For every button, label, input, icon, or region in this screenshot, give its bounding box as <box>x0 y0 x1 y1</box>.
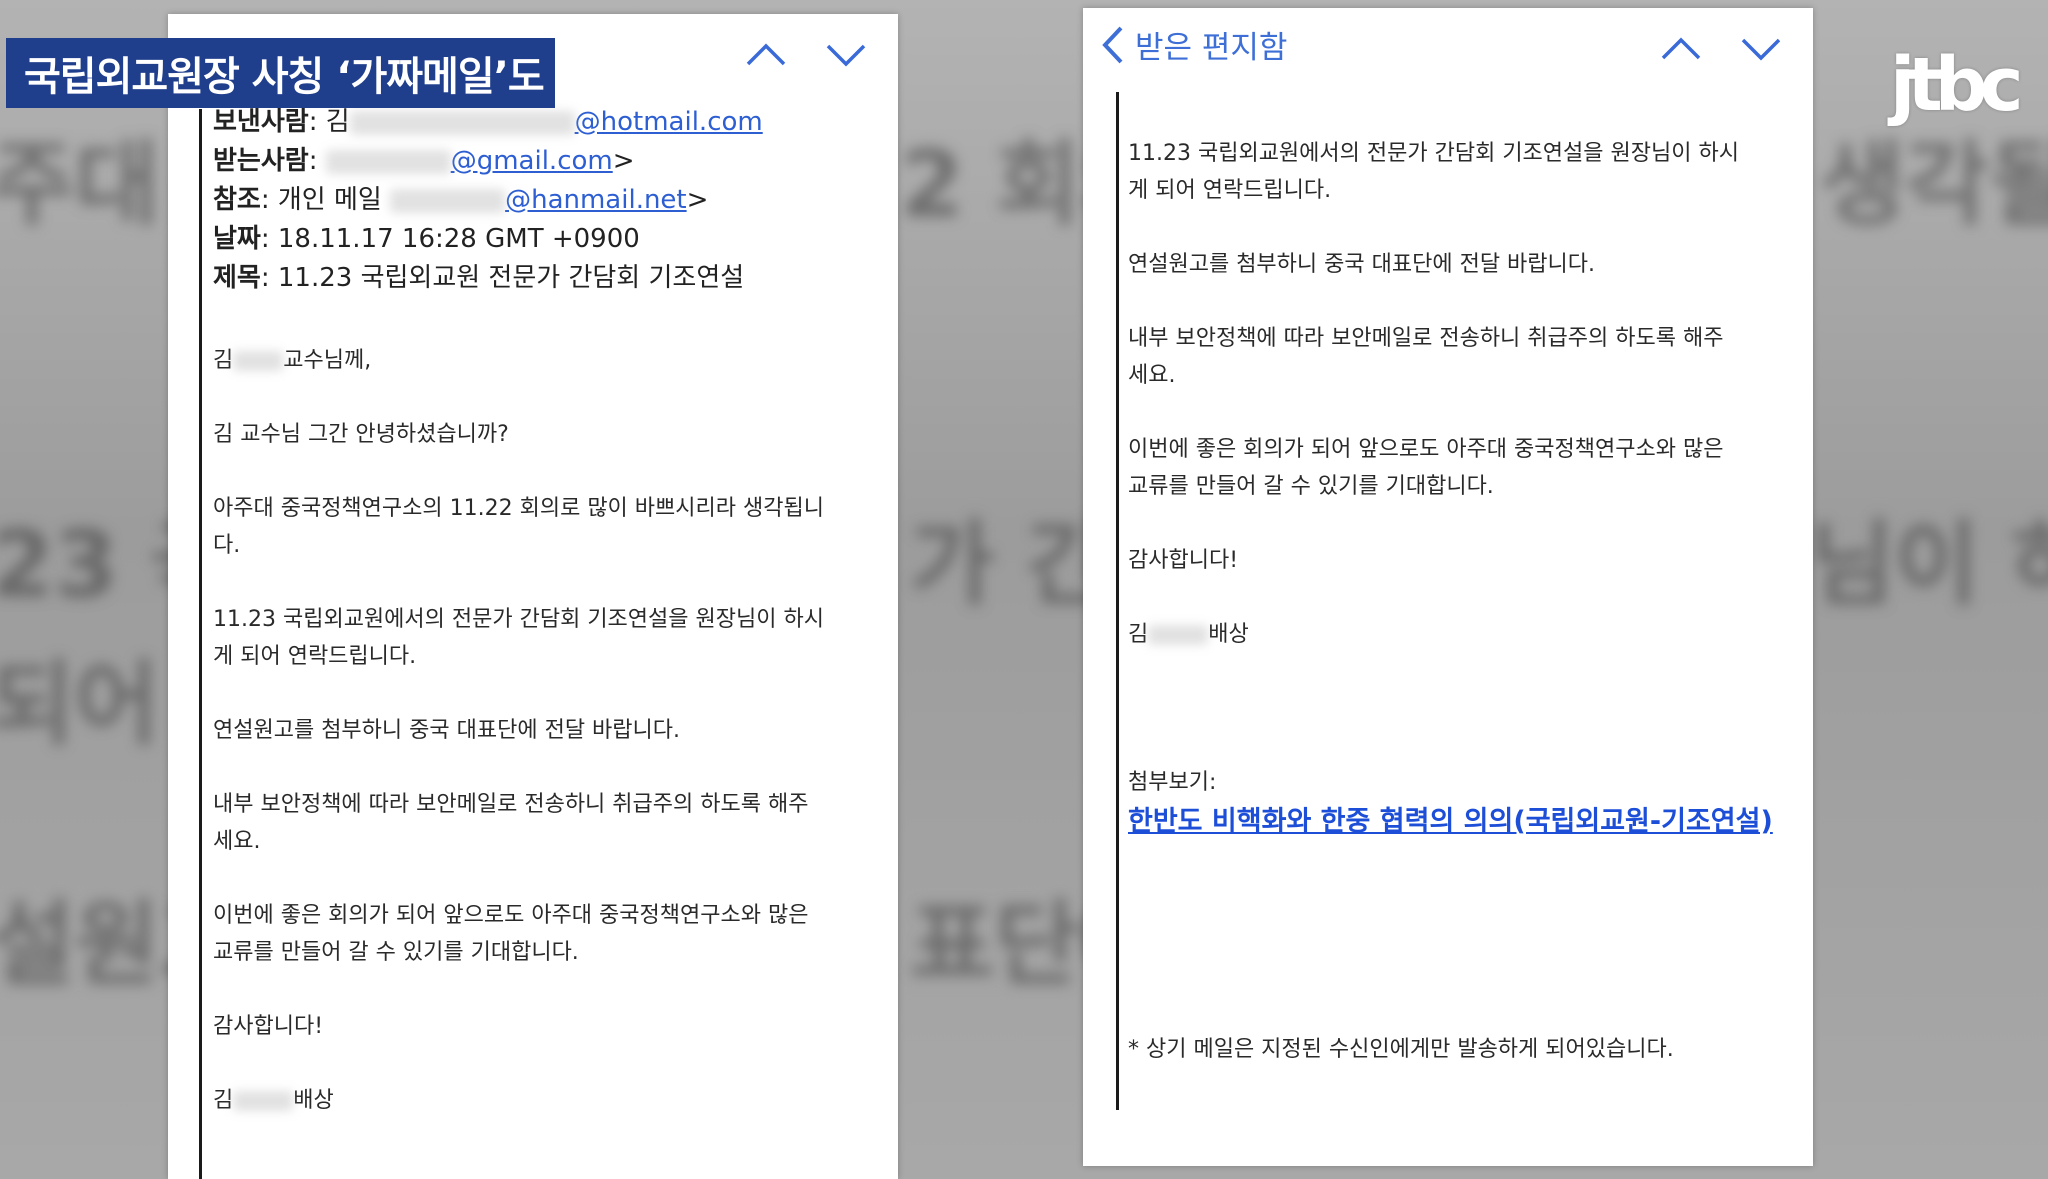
header-date: 날짜: 18.11.17 16:28 GMT +0900 <box>213 224 640 254</box>
line: 11.23 국립외교원에서의 전문가 간담회 기조연설을 원장님이 하시 <box>1128 141 1739 166</box>
cc-prefix: 개인 메일 <box>277 185 382 215</box>
line: 세요. <box>213 829 261 854</box>
line: 게 되어 연락드립니다. <box>213 644 417 669</box>
sign-suffix: 배상 <box>293 1088 334 1113</box>
paragraph: 아주대 중국정책연구소의 11.22 회의로 많이 바쁘시리라 생각됩니다. <box>213 490 873 564</box>
to-label: 받는사람 <box>213 146 309 176</box>
chevron-up-icon <box>746 43 786 66</box>
subject-value: 11.23 국립외교원 전문가 간담회 기조연설 <box>277 263 745 293</box>
sign-prefix: 김 <box>1128 622 1149 647</box>
header-to: 받는사람: @gmail.com> <box>213 146 635 176</box>
from-address-link[interactable]: @hotmail.com <box>575 107 763 137</box>
quote-bar <box>199 109 202 1179</box>
line: 내부 보안정책에 따라 보안메일로 전송하니 취급주의 하도록 해주 <box>213 792 809 817</box>
line: 이번에 좋은 회의가 되어 앞으로도 아주대 중국정책연구소와 많은 <box>1128 437 1724 462</box>
paragraph: 11.23 국립외교원에서의 전문가 간담회 기조연설을 원장님이 하시게 되어… <box>213 601 873 675</box>
redacted-address <box>349 110 575 135</box>
attachment-label: 첨부보기: <box>1128 770 1217 795</box>
prev-message-button[interactable] <box>746 34 786 74</box>
signature: 김 배상 <box>1128 616 1788 653</box>
from-prefix: 김 <box>325 107 350 137</box>
background-word: 님이 하 <box>1810 511 2048 618</box>
paragraph: 내부 보안정책에 따라 보안메일로 전송하니 취급주의 하도록 해주세요. <box>213 786 873 860</box>
back-to-inbox-button[interactable]: 받은 편지함 <box>1101 22 1287 67</box>
chevron-left-icon <box>1102 26 1123 63</box>
line: 내부 보안정책에 따라 보안메일로 전송하니 취급주의 하도록 해주 <box>1128 326 1724 351</box>
paragraph: 내부 보안정책에 따라 보안메일로 전송하니 취급주의 하도록 해주세요. <box>1128 320 1788 394</box>
cc-suffix: > <box>686 185 709 215</box>
attachment-link[interactable]: 한반도 비핵화와 한중 협력의 의의(국립외교원-기조연설) <box>1128 806 1773 837</box>
redacted-name <box>1148 625 1209 645</box>
footer-note: * 상기 메일은 지정된 수신인에게만 발송하게 되어있습니다. <box>1128 1037 1674 1062</box>
sign-suffix: 배상 <box>1208 622 1249 647</box>
next-message-button[interactable] <box>826 34 866 74</box>
greeting: 김 교수님께, <box>213 342 873 379</box>
paragraph: 연설원고를 첨부하니 중국 대표단에 전달 바랍니다. <box>213 718 681 743</box>
header-cc: 참조: 개인 메일 @hanmail.net> <box>213 185 709 215</box>
email-body: 11.23 국립외교원에서의 전문가 간담회 기조연설을 원장님이 하시게 되어… <box>1128 135 1788 690</box>
redacted-name <box>233 351 284 371</box>
cc-label: 참조 <box>213 185 261 215</box>
date-label: 날짜 <box>213 224 261 254</box>
line: 이번에 좋은 회의가 되어 앞으로도 아주대 중국정책연구소와 많은 <box>213 903 809 928</box>
attachment-section: 첨부보기: 한반도 비핵화와 한중 협력의 의의(국립외교원-기조연설) <box>1128 764 1808 842</box>
from-label: 보낸사람 <box>213 107 309 137</box>
redacted-address <box>325 149 451 174</box>
date-value: 18.11.17 16:28 GMT +0900 <box>277 224 640 254</box>
signature: 김 배상 <box>213 1082 873 1119</box>
paragraph: 김 교수님 그간 안녕하셨습니까? <box>213 422 509 447</box>
next-message-button[interactable] <box>1741 28 1781 68</box>
line: 아주대 중국정책연구소의 11.22 회의로 많이 바쁘시리라 생각됩니 <box>213 496 824 521</box>
chevron-down-icon <box>1741 38 1781 61</box>
background-word: 가 간 <box>910 511 1112 618</box>
to-suffix: > <box>612 146 635 176</box>
chevron-up-icon <box>1661 37 1701 60</box>
background-word: 되어 <box>0 651 160 758</box>
cc-address-link[interactable]: @hanmail.net <box>505 185 687 215</box>
broadcaster-logo: jtbc <box>1890 42 2024 128</box>
line: 다. <box>213 533 241 558</box>
paragraph: 감사합니다! <box>213 1014 324 1039</box>
paragraph: 연설원고를 첨부하니 중국 대표단에 전달 바랍니다. <box>1128 252 1596 277</box>
greeting-prefix: 김 <box>213 348 234 373</box>
greeting-suffix: 교수님께, <box>283 348 372 373</box>
line: 게 되어 연락드립니다. <box>1128 178 1332 203</box>
news-caption: 국립외교원장 사칭 ‘가짜메일’도 <box>6 38 555 108</box>
paragraph: 감사합니다! <box>1128 548 1239 573</box>
paragraph: 이번에 좋은 회의가 되어 앞으로도 아주대 중국정책연구소와 많은교류를 만들… <box>1128 431 1788 505</box>
header-subject: 제목: 11.23 국립외교원 전문가 간담회 기조연설 <box>213 263 745 293</box>
paragraph: 11.23 국립외교원에서의 전문가 간담회 기조연설을 원장님이 하시게 되어… <box>1128 135 1788 209</box>
paragraph: 이번에 좋은 회의가 되어 앞으로도 아주대 중국정책연구소와 많은교류를 만들… <box>213 897 873 971</box>
chevron-down-icon <box>826 44 866 67</box>
background-word: 생각될 <box>1820 131 2048 238</box>
line: 세요. <box>1128 363 1176 388</box>
quote-bar <box>1116 92 1119 1110</box>
line: 11.23 국립외교원에서의 전문가 간담회 기조연설을 원장님이 하시 <box>213 607 824 632</box>
caption-text: 국립외교원장 사칭 ‘가짜메일’도 <box>24 54 545 100</box>
redacted-address <box>390 188 506 213</box>
email-panel-left: 보낸사람: 김 @hotmail.com 받는사람: @gmail.com> 참조… <box>168 14 898 1179</box>
to-address-link[interactable]: @gmail.com <box>451 146 613 176</box>
prev-message-button[interactable] <box>1661 28 1701 68</box>
background-word: 주대 <box>0 131 160 238</box>
email-body: 김 교수님께, 김 교수님 그간 안녕하셨습니까? 아주대 중국정책연구소의 11… <box>213 342 873 1156</box>
sign-prefix: 김 <box>213 1088 234 1113</box>
email-panel-right: 받은 편지함 11.23 국립외교원에서의 전문가 간담회 기조연설을 원장님이… <box>1083 8 1813 1166</box>
line: 교류를 만들어 갈 수 있기를 기대합니다. <box>213 940 579 965</box>
inbox-title: 받은 편지함 <box>1135 30 1288 66</box>
line: 교류를 만들어 갈 수 있기를 기대합니다. <box>1128 474 1494 499</box>
redacted-name <box>233 1091 294 1111</box>
subject-label: 제목 <box>213 263 261 293</box>
